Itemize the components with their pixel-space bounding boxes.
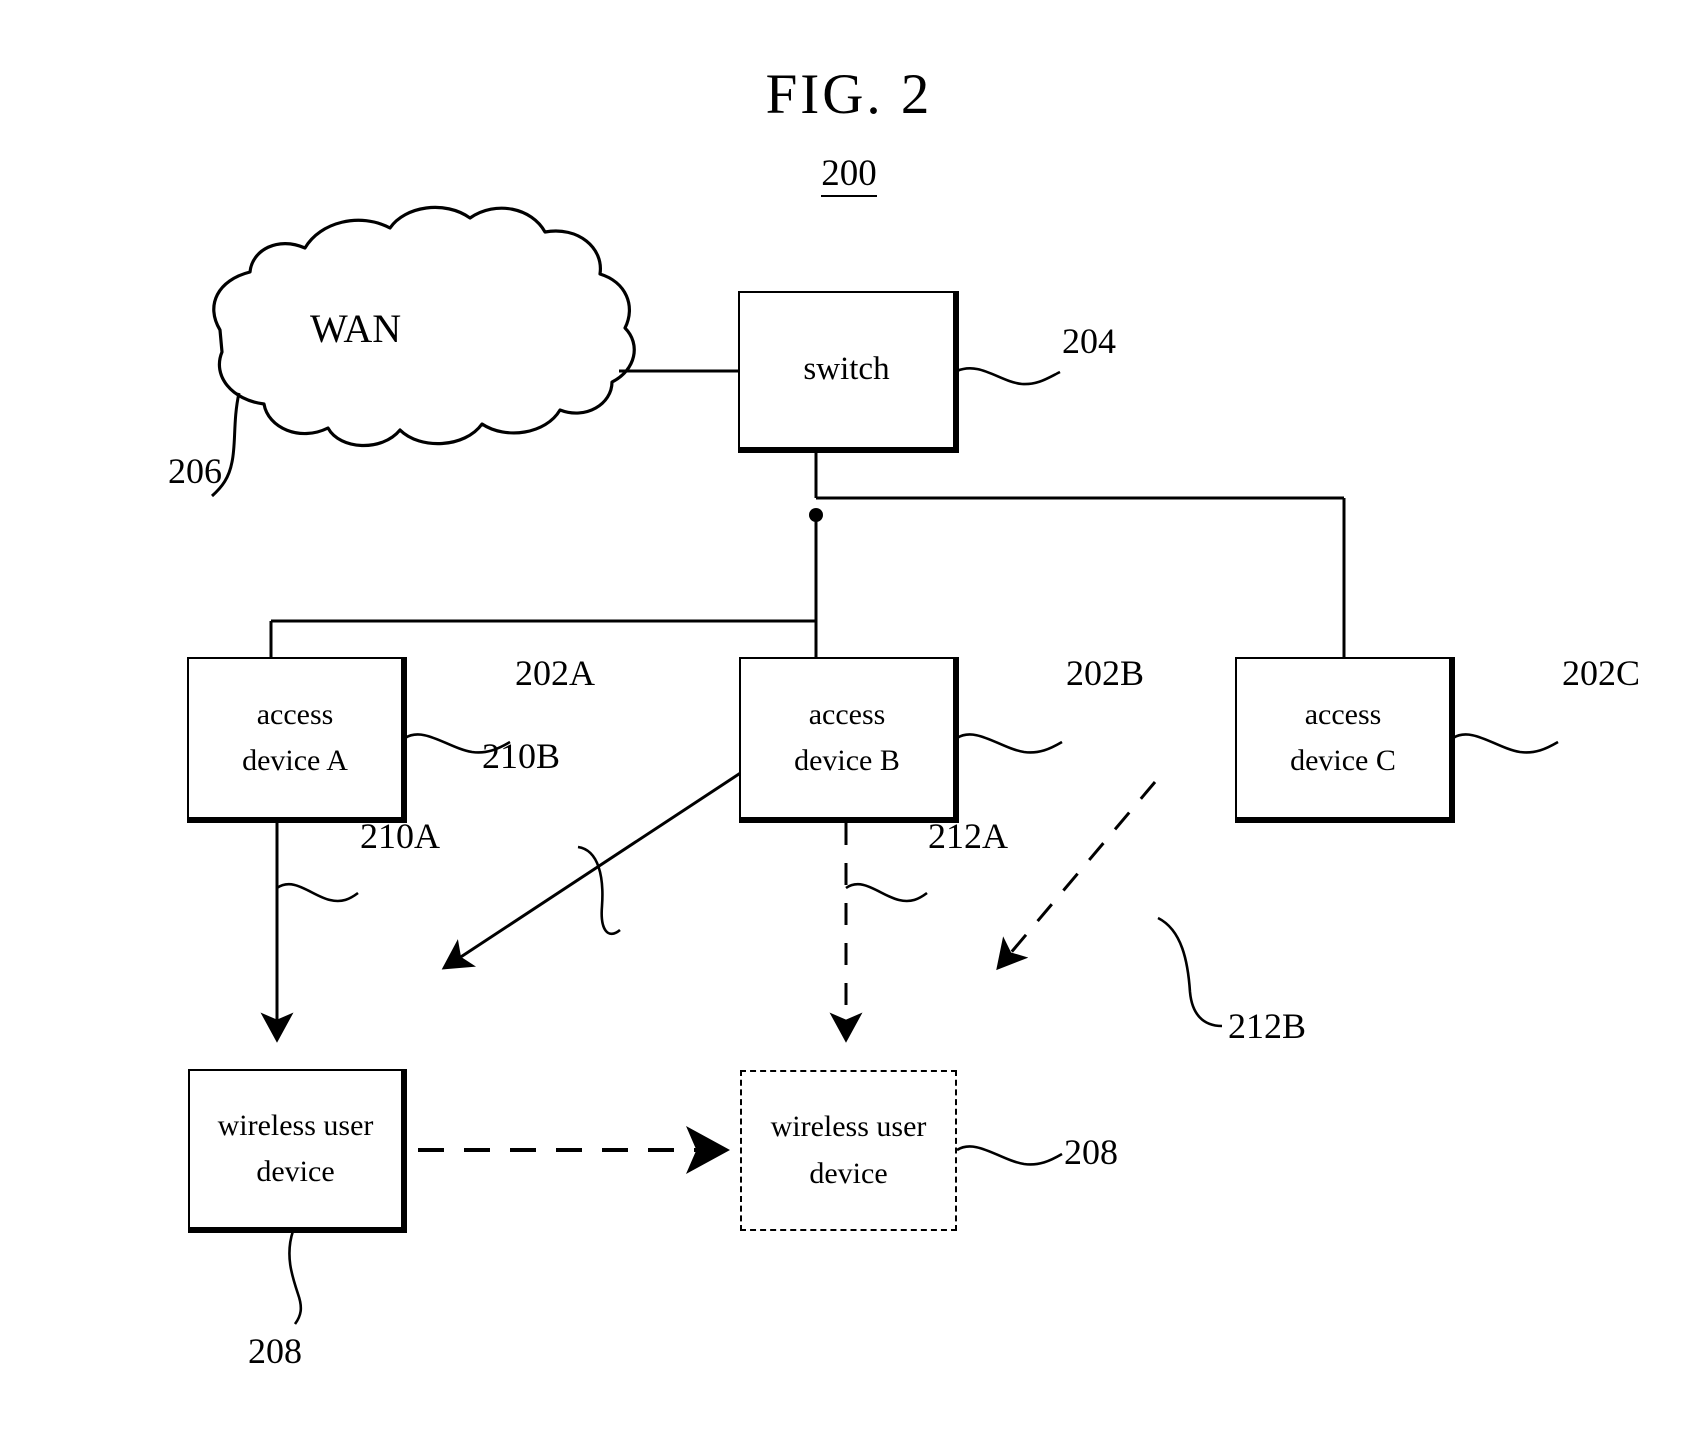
ref-204: 204 [1062,321,1116,361]
leader-line-202b [956,733,1063,754]
access-device-c-label-line1: access [1304,697,1382,731]
ref-208-dashed: 208 [1064,1132,1118,1172]
leader-line-204 [956,367,1061,386]
access-device-a-label-line2: device A [242,744,348,777]
wan-cloud-shape [212,205,636,448]
ref-202a: 202A [515,653,595,693]
ref-210b: 210B [482,736,561,776]
wireless-user-device-solid-box[interactable]: wireless user device [188,1069,407,1233]
leader-line-210b [577,845,621,936]
leader-line-208-dashed [956,1145,1063,1166]
switch-box[interactable]: switch [738,291,959,453]
arrow-212b [996,781,1157,971]
leader-line-212b [1157,916,1223,1028]
leader-line-212a [845,882,928,903]
ref-202c: 202C [1562,653,1641,693]
arrow-210b [441,770,743,970]
ref-202b: 202B [1066,653,1145,693]
leader-line-210a [276,882,359,903]
access-device-a-box[interactable]: access device A [187,657,407,823]
ref-212b: 212B [1228,1006,1307,1046]
leader-line-202c [1452,733,1559,754]
wireless-user-device-solid-label-line1: wireless user [217,1108,374,1142]
wireless-user-device-dashed-label-line1: wireless user [770,1110,927,1143]
access-device-c-box[interactable]: access device C [1235,657,1455,823]
access-device-b-label-line2: device B [794,744,900,777]
ref-210a: 210A [360,816,440,856]
wireless-user-device-dashed-label-line2: device [809,1156,888,1190]
ref-208-solid: 208 [248,1331,302,1371]
switch-label: switch [803,351,890,388]
wireless-user-device-solid-label-line2: device [256,1155,335,1188]
ref-206: 206 [168,451,222,491]
access-device-b-label-line1: access [808,697,886,731]
access-device-b-box[interactable]: access device B [739,657,959,823]
wireless-user-device-dashed-box[interactable]: wireless user device [740,1070,957,1231]
wan-label: WAN [310,306,402,351]
access-device-a-label-line1: access [256,697,334,731]
ref-212a: 212A [928,816,1008,856]
leader-line-208-solid [288,1230,303,1325]
access-device-c-label-line2: device C [1290,744,1396,777]
